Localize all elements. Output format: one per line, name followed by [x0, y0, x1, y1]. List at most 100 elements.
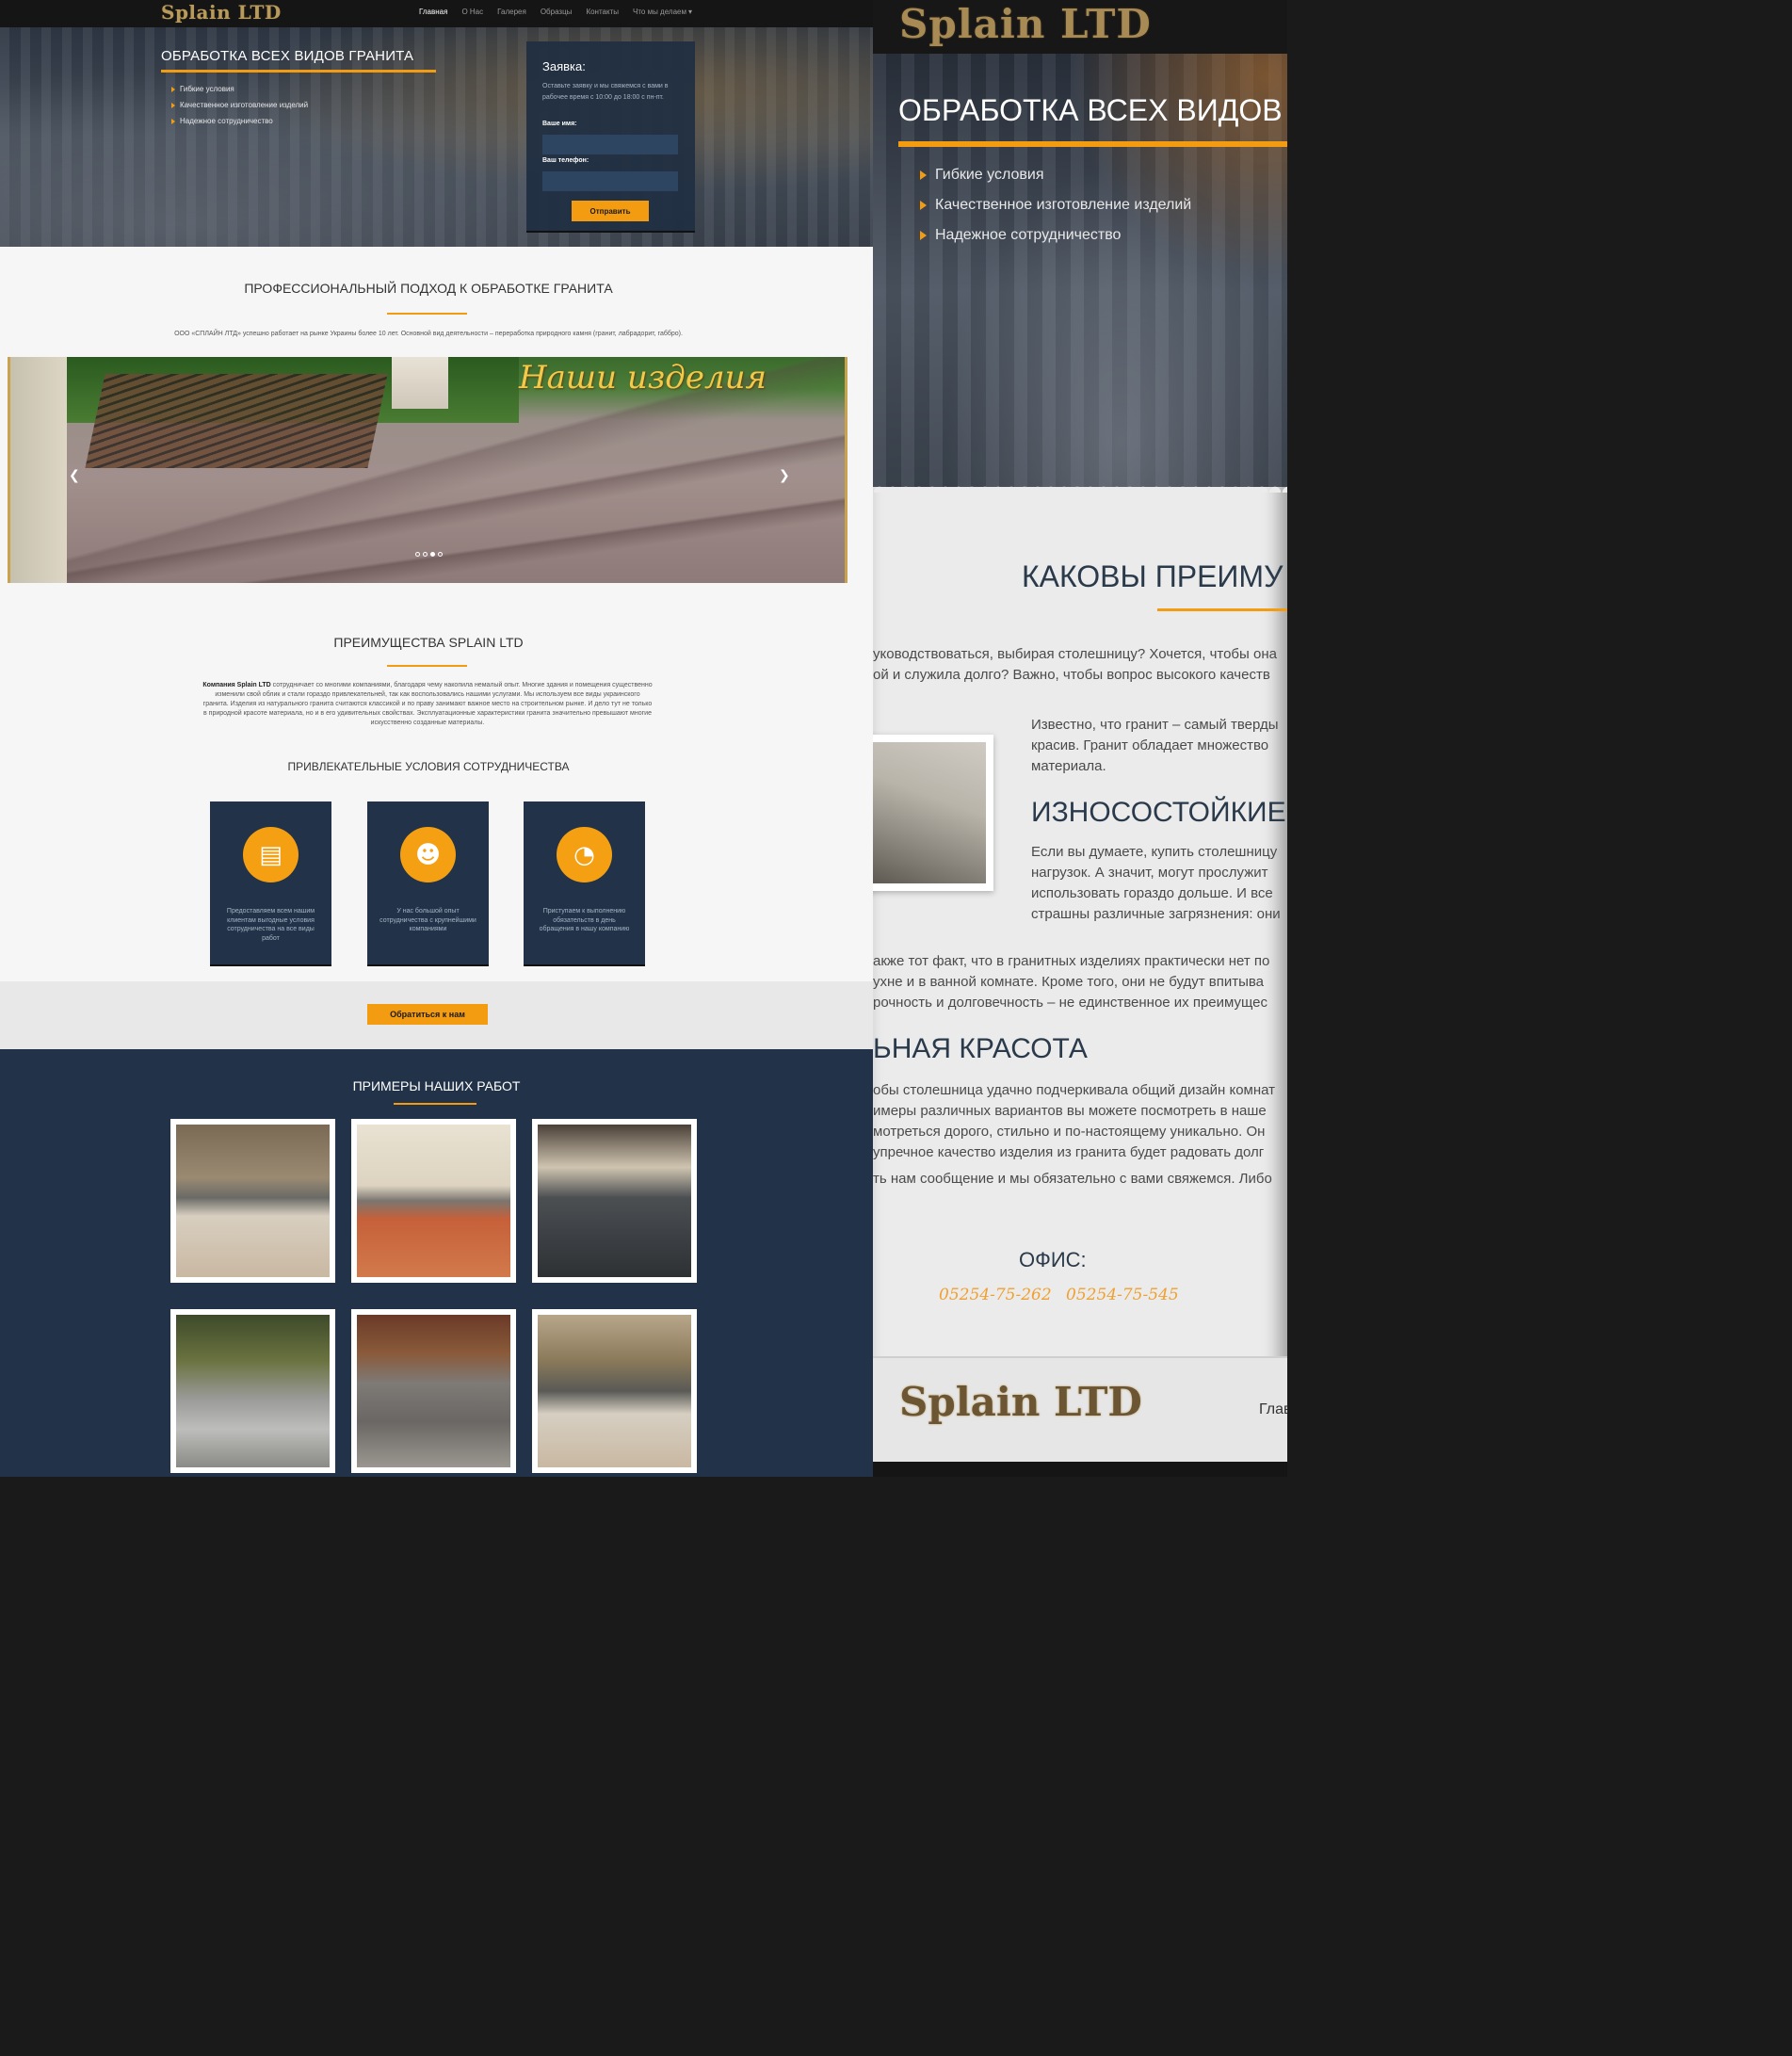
phone-number[interactable]: 05254-75-545 [1066, 1286, 1179, 1304]
zoomed-page-preview: Splain LTD ОБРАБОТКА ВСЕХ ВИДОВ Гибкие у… [873, 0, 1287, 1477]
advantage-card: ◔ Приступаем к выполнению обязательств в… [524, 801, 645, 966]
office-label: ОФИС: [1019, 1248, 1087, 1271]
chevron-right-icon[interactable]: ❯ [779, 468, 790, 483]
nav-item-contacts[interactable]: Контакты [586, 8, 619, 16]
zoom-hero-feature: Гибкие условия [920, 167, 1191, 184]
zoom-text-line: обы столешница удачно подчеркивала общий… [873, 1082, 1276, 1098]
zoom-navbar: Splain LTD [873, 0, 1287, 54]
advantages-underline [387, 665, 467, 667]
zoom-site-logo[interactable]: Splain LTD [899, 1, 1152, 47]
hero-features: Гибкие условия Качественное изготовление… [171, 85, 308, 133]
zoom-text-line: использовать гораздо дольше. И все [1031, 885, 1273, 901]
phone-input[interactable] [542, 171, 678, 191]
nav-item-home[interactable]: Главная [419, 8, 447, 16]
zoom-hero-feature: Надежное сотрудничество [920, 227, 1191, 244]
nav-item-services-label: Что мы делаем [633, 8, 686, 16]
hero-feature: Качественное изготовление изделий [171, 101, 308, 109]
work-thumbnail[interactable] [170, 1119, 335, 1283]
phone-number[interactable]: 05254-75-262 [939, 1286, 1052, 1304]
zoom-hero-title: ОБРАБОТКА ВСЕХ ВИДОВ [898, 93, 1283, 127]
zoom-paragraph: Если вы думаете, купить столешницу нагру… [1031, 842, 1281, 925]
zoom-text-line: Если вы думаете, купить столешницу [1031, 844, 1278, 860]
work-thumbnail[interactable] [351, 1309, 516, 1473]
zoom-beauty-title: ЬНАЯ КРАСОТА [873, 1033, 1088, 1064]
nav-item-services[interactable]: Что мы делаем ▾ [633, 8, 692, 16]
chevron-left-icon[interactable]: ❮ [69, 468, 80, 483]
phone-label: Ваш телефон: [542, 157, 589, 164]
name-label: Ваше имя: [542, 121, 577, 127]
slider-dot[interactable] [438, 552, 443, 557]
zoom-text-line: имеры различных вариантов вы можете посм… [873, 1103, 1267, 1119]
cta-band: Обратиться к нам [0, 981, 873, 1049]
countertop-photo [873, 735, 993, 891]
zoom-footer: Splain LTD Глав [873, 1356, 1287, 1477]
work-thumbnail[interactable] [170, 1309, 335, 1473]
zoom-wear-title: ИЗНОСОСТОЙКИЕ [1031, 797, 1286, 828]
slider-caption: Наши изделия [519, 359, 767, 397]
zoom-paragraph: Известно, что гранит – самый тверды крас… [1031, 715, 1279, 777]
zoom-text-line: Известно, что гранит – самый тверды [1031, 717, 1279, 733]
zoom-paragraph: акже тот факт, что в гранитных изделиях … [873, 951, 1269, 1013]
work-thumbnail[interactable] [351, 1119, 516, 1283]
nav-item-samples[interactable]: Образцы [541, 8, 573, 16]
zoom-text-line: материала. [1031, 758, 1106, 774]
hero-title: ОБРАБОТКА ВСЕХ ВИДОВ ГРАНИТА [161, 48, 414, 64]
submit-button[interactable]: Отправить [572, 201, 649, 221]
about-underline [387, 313, 467, 315]
slide-image-wall [10, 357, 67, 583]
work-thumbnail[interactable] [532, 1119, 697, 1283]
slider-dot[interactable] [423, 552, 428, 557]
wave-divider [0, 243, 873, 251]
hero-feature: Гибкие условия [171, 85, 308, 93]
group-icon: ☻ [400, 827, 456, 882]
advantage-card: ☻ У нас большой опыт сотрудничества с кр… [367, 801, 489, 966]
nav-item-about[interactable]: О Нас [461, 8, 483, 16]
footer-nav-home[interactable]: Глав [1259, 1401, 1287, 1418]
form-title: Заявка: [542, 59, 586, 73]
slide-image-pillar [392, 357, 448, 409]
card-text: У нас большой опыт сотрудничества с круп… [379, 908, 476, 932]
top-navbar: Splain LTD Главная О Нас Галерея Образцы… [0, 0, 873, 27]
advantages-text: Компания Splain LTD сотрудничает со мног… [202, 681, 653, 728]
works-title: ПРИМЕРЫ НАШИХ РАБОТ [352, 1078, 521, 1093]
zoom-hero-underline [898, 141, 1287, 147]
slider-dots [415, 552, 443, 557]
nav-menu: Главная О Нас Галерея Образцы Контакты Ч… [419, 8, 706, 16]
nav-item-gallery[interactable]: Галерея [497, 8, 526, 16]
products-slider[interactable]: Наши изделия ❮ ❯ [8, 357, 848, 583]
form-description: Оставьте заявку и мы свяжемся с вами в р… [542, 83, 669, 101]
card-text: Приступаем к выполнению обязательств в д… [539, 908, 630, 932]
zoom-benefits-underline [1157, 608, 1287, 611]
zoom-text-line: красив. Гранит обладает множество [1031, 737, 1269, 753]
about-text: ООО «СПЛАЙН ЛТД» успешно работает на рын… [174, 331, 683, 337]
slider-dot-active[interactable] [430, 552, 435, 557]
document-icon: ▤ [243, 827, 299, 882]
zoom-paragraph: уководствоваться, выбирая столешницу? Хо… [873, 644, 1277, 686]
zoom-text-line: страшны различные загрязнения: они [1031, 906, 1281, 922]
hero-section: ОБРАБОТКА ВСЕХ ВИДОВ ГРАНИТА Гибкие усло… [0, 27, 873, 247]
cooperation-title: ПРИВЛЕКАТЕЛЬНЫЕ УСЛОВИЯ СОТРУДНИЧЕСТВА [287, 760, 570, 773]
zoom-text-line: нагрузок. А значит, могут прослужит [1031, 865, 1268, 881]
slider-dot[interactable] [415, 552, 420, 557]
advantages-title: ПРЕИМУЩЕСТВА SPLAIN LTD [333, 635, 524, 650]
zoom-hero-feature: Качественное изготовление изделий [920, 197, 1191, 214]
about-title: ПРОФЕССИОНАЛЬНЫЙ ПОДХОД К ОБРАБОТКЕ ГРАН… [244, 281, 613, 296]
zoom-hero: ОБРАБОТКА ВСЕХ ВИДОВ Гибкие условия Каче… [873, 54, 1287, 487]
name-input[interactable] [542, 135, 678, 154]
contact-us-button[interactable]: Обратиться к нам [367, 1004, 488, 1025]
site-logo[interactable]: Splain LTD [161, 1, 282, 24]
works-section: ПРИМЕРЫ НАШИХ РАБОТ [0, 1049, 873, 1477]
request-form: Заявка: Оставьте заявку и мы свяжемся с … [526, 41, 695, 233]
advantages-body: сотрудничает со многими компаниями, благ… [202, 682, 653, 726]
footer-logo[interactable]: Splain LTD [899, 1379, 1142, 1425]
zoom-text-line: мотреться дорого, стильно и по-настоящем… [873, 1124, 1266, 1140]
zoom-bottom-bar [873, 1462, 1287, 1477]
full-page-preview: Splain LTD Главная О Нас Галерея Образцы… [0, 0, 873, 1477]
speedometer-icon: ◔ [557, 827, 612, 882]
hero-feature: Надежное сотрудничество [171, 117, 308, 125]
zoom-text-line: упречное качество изделия из гранита буд… [873, 1144, 1265, 1160]
work-thumbnail[interactable] [532, 1309, 697, 1473]
hero-underline [161, 70, 436, 73]
advantage-card: ▤ Предоставляем всем нашим клиентам выго… [210, 801, 331, 966]
zoom-hero-features: Гибкие условия Качественное изготовление… [920, 167, 1191, 257]
